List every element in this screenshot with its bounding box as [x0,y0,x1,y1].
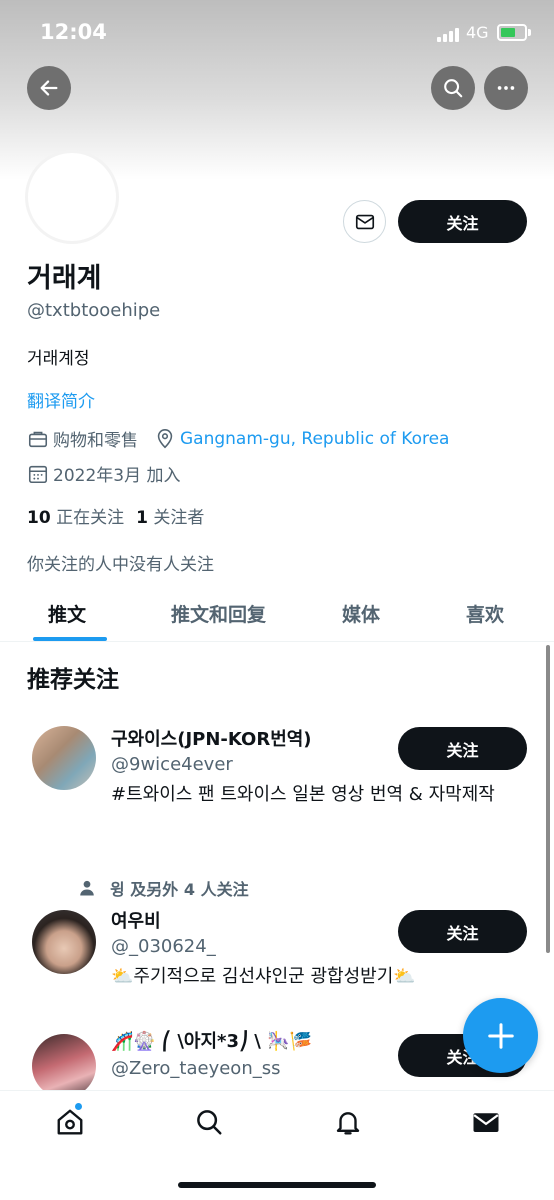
mail-icon [355,214,374,229]
back-arrow-icon [40,80,58,96]
suggestion-handle: @9wice4ever [111,754,233,775]
suggestion-name[interactable]: 구와이스(JPN-KOR번역) [111,725,312,751]
profile-bio: 거래계정 [27,349,90,369]
message-button[interactable] [343,200,386,243]
home-icon[interactable] [55,1107,85,1137]
home-indicator [178,1182,376,1188]
suggestion-name[interactable]: 여우비 [111,907,161,933]
search-icon [444,79,463,98]
suggestion-follow-button[interactable]: 关注 [398,910,527,953]
suggestion-bio: ⛅주기적으로 김선샤인군 광합성받기⛅ [111,966,416,987]
who-to-follow-title: 推荐关注 [27,667,119,693]
notification-dot [75,1103,82,1110]
bell-icon[interactable] [333,1107,363,1137]
profile-category: 购物和零售 [53,431,138,451]
profile-meta: 购物和零售 Gangnam-gu, Republic of Korea [27,426,449,451]
person-icon [80,880,94,896]
tab-likes[interactable]: 喜欢 [466,600,504,627]
battery-icon [497,24,527,41]
follow-button[interactable]: 关注 [398,200,527,243]
profile-tabs: 推文 推文和回复 媒体 喜欢 [0,590,554,642]
tab-tweets[interactable]: 推文 [48,600,86,627]
suggestion-name[interactable]: 🎢🎡 ⎛ \아지*3⎠ \ 🎠🎏 [111,1027,312,1053]
profile-location[interactable]: Gangnam-gu, Republic of Korea [180,429,449,449]
followers-link[interactable]: 1 关注者 [136,508,204,528]
suggestion-avatar[interactable] [32,726,96,790]
search-icon[interactable] [194,1107,224,1137]
back-button[interactable] [27,66,71,110]
profile-avatar[interactable] [25,150,119,244]
mutual-followers-text: 你关注的人中没有人关注 [27,555,214,575]
follow-counts: 10 正在关注 1 关注者 [27,503,204,528]
location-icon [157,428,173,448]
profile-name: 거래계 [27,263,102,294]
active-tab-indicator [33,637,107,641]
suggestion-avatar[interactable] [32,1034,96,1098]
translate-bio-link[interactable]: 翻译简介 [27,387,95,412]
suggestion-handle: @Zero_taeyeon_ss [111,1058,281,1079]
profile-handle: @txtbtooehipe [27,300,161,321]
more-options-button[interactable] [484,66,528,110]
profile-joined: 2022年3月 加入 [27,461,180,486]
suggestion-bio: #트와이스 팬 트와이스 일본 영상 번역 & 자막제작 [111,784,495,805]
suggestion-follow-button[interactable]: 关注 [398,727,527,770]
suggestion-avatar[interactable] [32,910,96,974]
envelope-icon[interactable] [471,1107,501,1137]
network-type: 4G [466,23,489,42]
compose-tweet-button[interactable] [463,998,538,1073]
suggestion-handle: @_030624_ [111,936,216,957]
following-link[interactable]: 10 正在关注 [27,508,124,528]
social-context: 윙 及另外 4 人关注 [78,876,249,900]
joined-date: 2022年3月 加入 [53,466,181,486]
tab-tweets-replies[interactable]: 推文和回复 [171,600,266,627]
more-icon [497,86,515,90]
status-bar: 12:04 4G [0,0,554,66]
tab-media[interactable]: 媒体 [342,600,380,627]
briefcase-icon [28,431,48,447]
plus-icon [487,1022,514,1049]
status-time: 12:04 [40,20,107,44]
search-button[interactable] [431,66,475,110]
signal-icon [437,26,463,42]
scrollbar[interactable] [546,645,550,953]
calendar-icon [28,465,48,483]
